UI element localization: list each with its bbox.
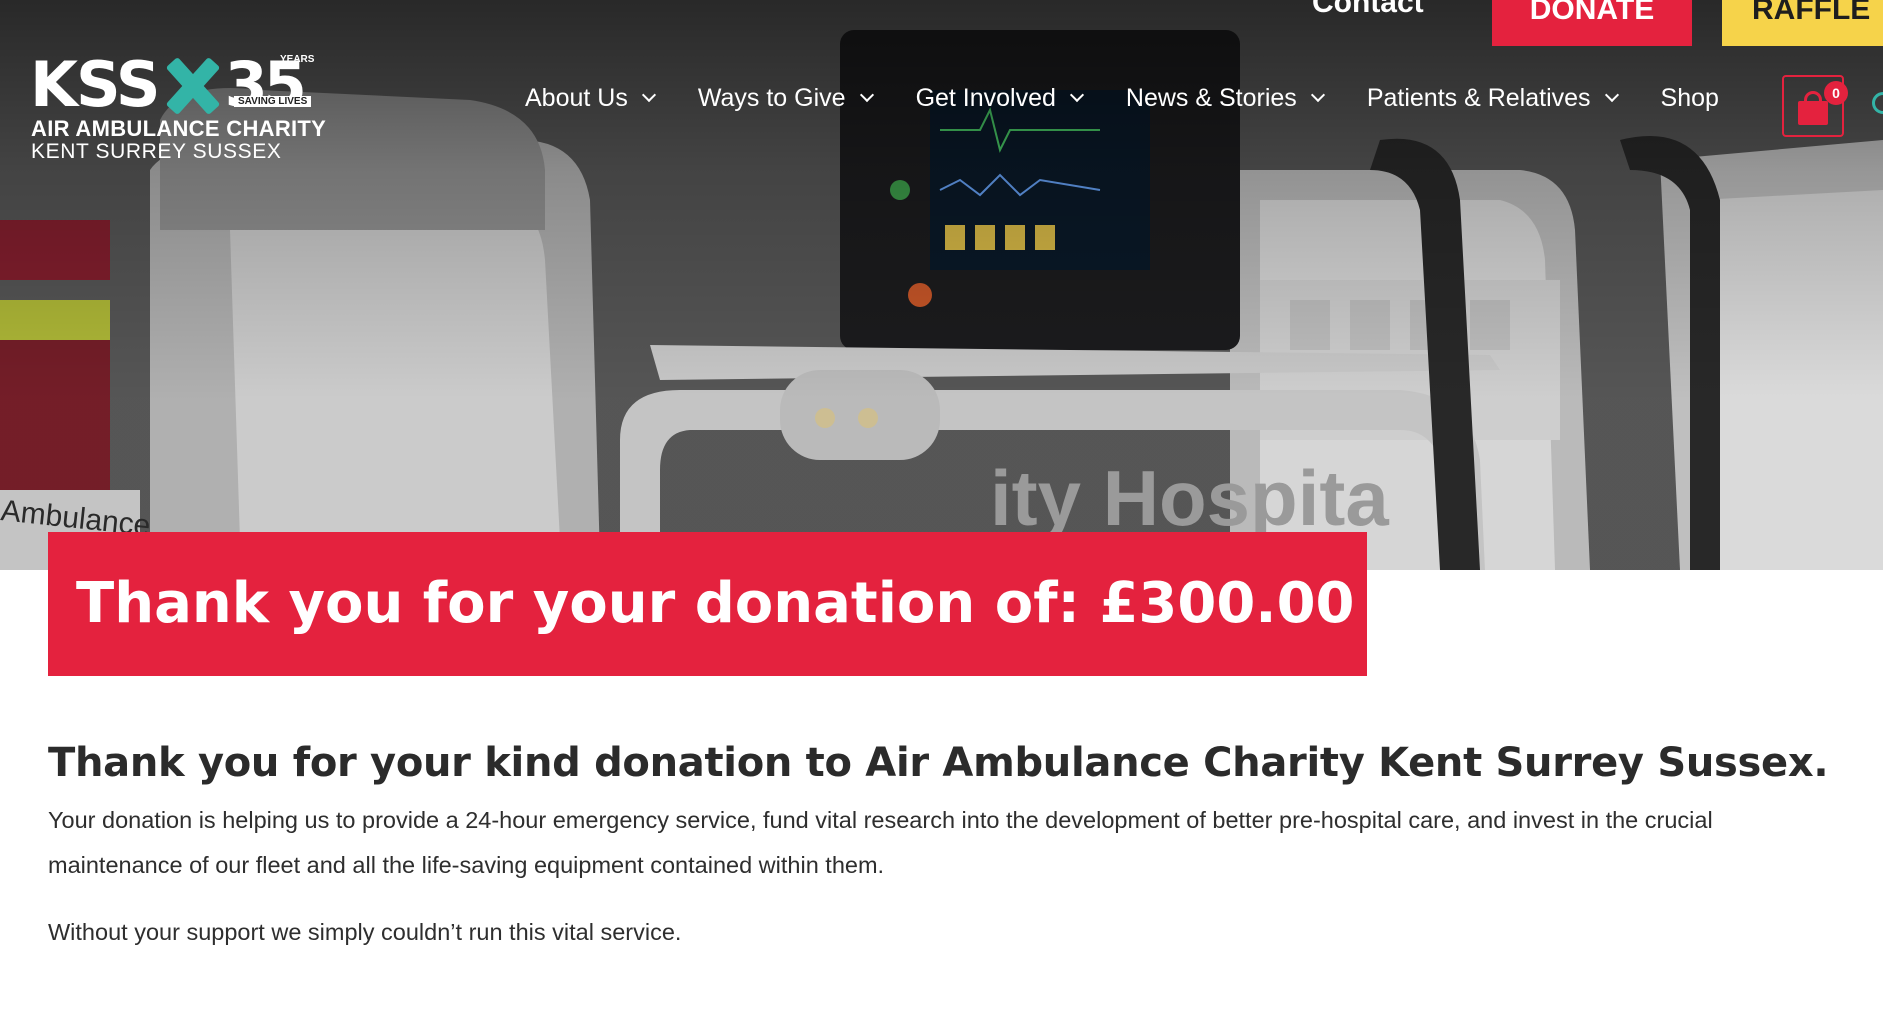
support-message-text: Without your support we simply couldn’t … [48,919,682,945]
thankyou-heading: Thank you for your kind donation to Air … [48,740,1829,786]
nav-label: About Us [525,83,628,112]
chevron-down-icon [859,87,874,103]
nav-label: Ways to Give [697,83,846,112]
donation-thankyou-banner: Thank you for your donation of: £300.00 [48,532,1367,676]
nav-label: Shop [1660,83,1719,112]
logo-charity-name: AIR AMBULANCE CHARITY [31,116,327,141]
main-content: Thank you for your kind donation to Air … [48,740,1848,955]
nav-about-us[interactable]: About Us [525,83,656,113]
nav-label: Patients & Relatives [1366,83,1591,112]
donate-button[interactable]: DONATE [1492,0,1692,46]
nav-shop[interactable]: Shop [1661,84,1719,113]
nav-news-stories[interactable]: News & Stories [1125,83,1325,113]
cart-button[interactable]: 0 [1782,75,1848,137]
chevron-down-icon [1604,87,1619,103]
hospital-lettering: ity Hospita [990,454,1389,542]
raffle-button[interactable]: RAFFLE [1722,0,1883,46]
kss-logo[interactable]: KSS 35 YEARS SAVING LIVES AIR AMBULANCE … [30,48,330,164]
main-nav: About Us Ways to Give Get Involved News … [525,80,1763,116]
shopping-bag-icon [1798,101,1828,125]
logo-region: KENT SURREY SUSSEX [31,140,282,163]
nav-ways-to-give[interactable]: Ways to Give [697,83,874,113]
nav-get-involved[interactable]: Get Involved [915,83,1084,113]
chevron-down-icon [1069,87,1084,103]
logo-x-icon [161,58,223,114]
chevron-down-icon [641,87,656,103]
donation-impact-text: Your donation is helping us to provide a… [48,807,1713,878]
nav-label: News & Stories [1125,83,1297,112]
logo-tagline: SAVING LIVES [234,96,312,107]
chevron-down-icon [1310,87,1325,103]
nav-patients-relatives[interactable]: Patients & Relatives [1366,83,1619,113]
cart-count-badge: 0 [1824,81,1848,105]
nav-label: Get Involved [915,83,1056,112]
contact-link[interactable]: Contact [1312,0,1424,20]
logo-years: YEARS [280,54,315,65]
logo-kss: KSS [30,48,161,121]
